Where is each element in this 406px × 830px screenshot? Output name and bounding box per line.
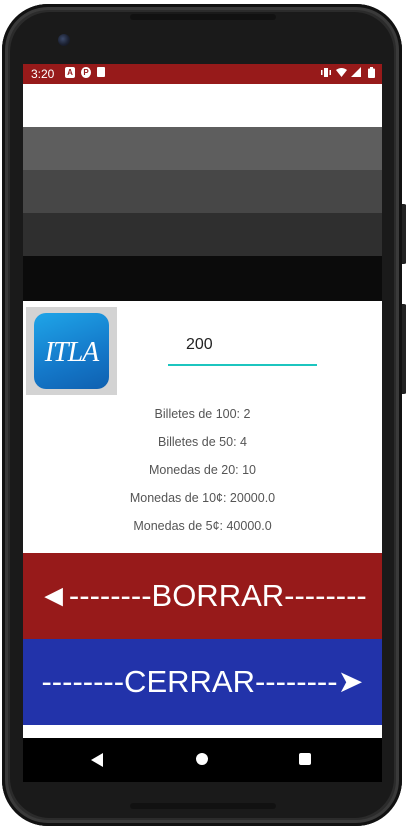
header-band-2 bbox=[23, 170, 382, 213]
result-monedas-20: Monedas de 20: 10 bbox=[148, 463, 257, 477]
itla-logo-text: ITLA bbox=[44, 337, 100, 368]
results-list: Billetes de 100: 2 Billetes de 50: 4 Mon… bbox=[23, 400, 382, 540]
power-button bbox=[402, 204, 406, 264]
result-monedas-10: Monedas de 10¢: 20000.0 bbox=[129, 491, 276, 505]
back-icon[interactable] bbox=[91, 753, 103, 767]
app-screen: 3:20 A P ITLA B bbox=[23, 64, 382, 782]
wifi-icon bbox=[336, 67, 347, 78]
header-band-1 bbox=[23, 127, 382, 170]
result-billetes-100: Billetes de 100: 2 bbox=[154, 407, 251, 421]
cerrar-button[interactable]: --------CERRAR--------➤ bbox=[23, 639, 382, 725]
front-camera-icon bbox=[58, 34, 70, 46]
recents-icon[interactable] bbox=[299, 753, 311, 765]
notification-a-icon: A bbox=[65, 67, 75, 78]
itla-logo: ITLA bbox=[26, 307, 117, 395]
status-time: 3:20 bbox=[31, 67, 55, 81]
earpiece-speaker bbox=[130, 14, 276, 20]
navigation-bar bbox=[23, 738, 382, 782]
bottom-speaker bbox=[130, 803, 276, 809]
status-bar: 3:20 A P bbox=[23, 64, 382, 84]
volume-button bbox=[402, 304, 406, 394]
signal-icon bbox=[351, 67, 361, 78]
header-band-3 bbox=[23, 213, 382, 256]
itla-logo-tile: ITLA bbox=[34, 313, 109, 389]
vibrate-icon bbox=[321, 67, 331, 78]
borrar-button[interactable]: ◄--------BORRAR-------- bbox=[23, 553, 382, 639]
battery-icon bbox=[366, 67, 376, 78]
home-icon[interactable] bbox=[196, 753, 208, 765]
status-system-icons bbox=[321, 67, 376, 78]
header-band-4 bbox=[23, 256, 382, 301]
result-billetes-50: Billetes de 50: 4 bbox=[158, 435, 247, 449]
status-notification-icons: A P bbox=[65, 67, 105, 78]
sd-card-icon bbox=[97, 67, 105, 77]
result-monedas-5: Monedas de 5¢: 40000.0 bbox=[133, 519, 272, 533]
header-band-white bbox=[23, 84, 382, 127]
amount-input[interactable] bbox=[168, 326, 317, 366]
notification-p-icon: P bbox=[81, 67, 91, 78]
